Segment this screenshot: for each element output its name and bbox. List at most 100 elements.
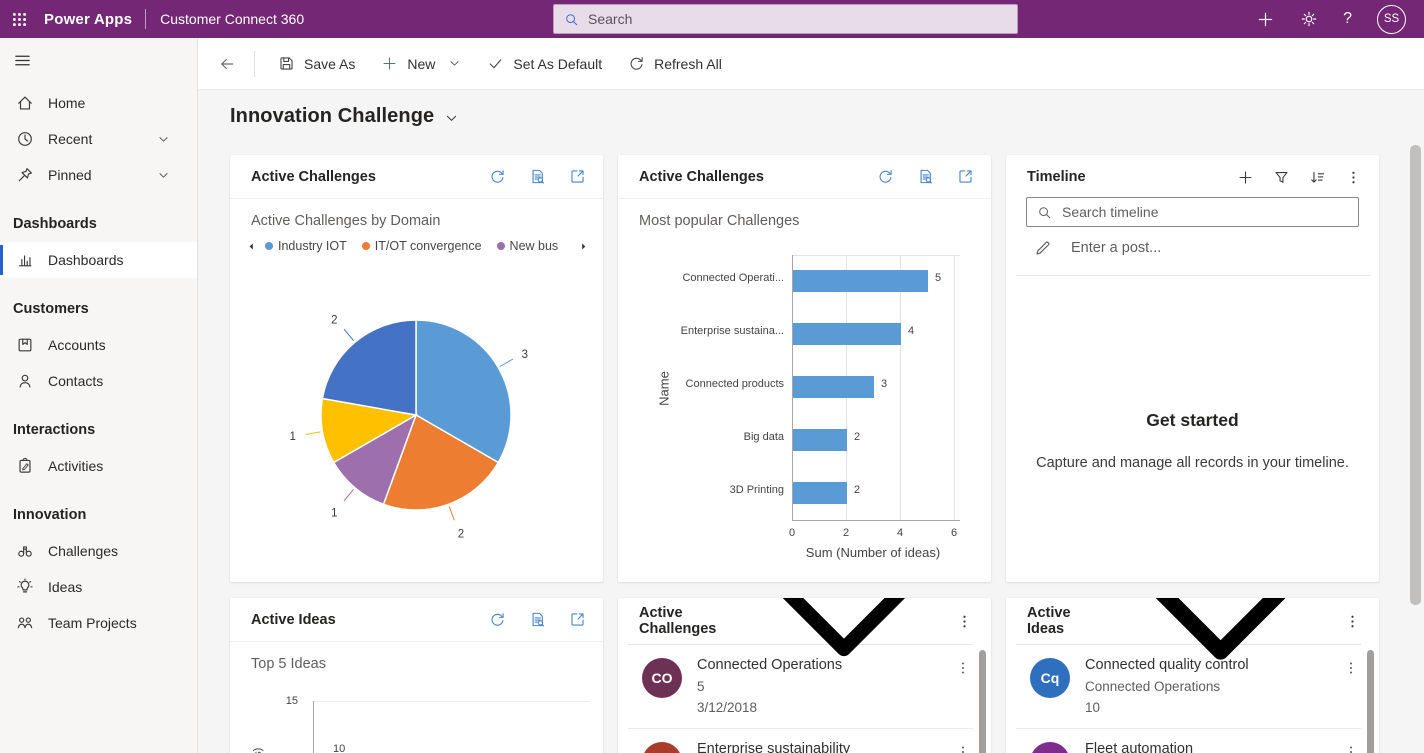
record-avatar: E	[642, 742, 682, 753]
save-as-button[interactable]: Save As	[265, 46, 368, 82]
card-active-ideas-chart: Active Ideas Top 5 Ideas 15 Sum (Votes) …	[230, 598, 603, 753]
legend-label: IT/OT convergence	[375, 239, 482, 253]
home-icon	[16, 94, 34, 112]
accounts-icon	[16, 336, 34, 354]
sidebar-item-pinned[interactable]: Pinned	[0, 157, 197, 193]
list-scrollbar[interactable]	[1367, 650, 1374, 753]
more-icon[interactable]	[956, 613, 973, 630]
sidebar-group-innovation: Innovation	[0, 497, 197, 533]
activities-icon	[16, 457, 34, 475]
legend-next-icon[interactable]	[578, 241, 589, 252]
legend-label: New bus	[510, 239, 559, 253]
pie-callout-line	[306, 432, 321, 435]
y-axis-title: Sum (Votes)	[252, 718, 264, 753]
sidebar-item-ideas[interactable]: Ideas	[0, 569, 197, 605]
sidebar-item-contacts[interactable]: Contacts	[0, 363, 197, 399]
list-item[interactable]: CqConnected quality controlConnected Ope…	[1016, 645, 1361, 729]
list-scrollbar[interactable]	[979, 650, 986, 753]
app-name[interactable]: Power Apps	[44, 11, 132, 28]
page-scrollbar[interactable]	[1410, 145, 1421, 605]
sidebar-item-home[interactable]: Home	[0, 85, 197, 121]
pencil-icon	[1034, 239, 1052, 257]
refresh-all-button[interactable]: Refresh All	[615, 46, 735, 82]
legend-prev-icon[interactable]	[246, 241, 257, 252]
chart-legend: Industry IOT IT/OT convergence New bus	[246, 239, 589, 253]
report-icon[interactable]	[529, 611, 546, 628]
sidebar-item-team-projects[interactable]: Team Projects	[0, 605, 197, 641]
sidebar-item-activities[interactable]: Activities	[0, 448, 197, 484]
sidebar-item-label: Contacts	[48, 373, 103, 389]
y-tick-label: 15	[270, 695, 298, 707]
card-timeline: Timeline Search timeline Enter a post...…	[1006, 155, 1379, 582]
waffle-icon[interactable]	[0, 0, 38, 38]
chevron-down-icon[interactable]	[157, 169, 170, 182]
value-label: 2	[854, 431, 860, 443]
legend-label: Industry IOT	[278, 239, 347, 253]
more-icon[interactable]	[1345, 169, 1362, 186]
refresh-icon[interactable]	[489, 168, 506, 185]
new-button[interactable]: New	[368, 46, 474, 82]
search-icon	[1037, 205, 1052, 220]
record-title: Connected quality control	[1085, 655, 1328, 676]
timeline-search-box[interactable]: Search timeline	[1026, 197, 1359, 227]
record-text: Connected quality controlConnected Opera…	[1085, 654, 1328, 719]
record-title: Enterprise sustainability	[697, 739, 940, 753]
record-avatar: F	[1030, 742, 1070, 753]
popout-icon[interactable]	[569, 611, 586, 628]
value-label: 2	[854, 484, 860, 496]
pie-data-label: 3	[522, 349, 528, 361]
sidebar-item-dashboards[interactable]: Dashboards	[0, 242, 197, 278]
sidebar-item-label: Pinned	[48, 167, 92, 183]
avatar[interactable]: SS	[1377, 5, 1406, 34]
sidebar-item-label: Activities	[48, 458, 103, 474]
global-search-box[interactable]: Search	[553, 4, 1018, 34]
add-icon[interactable]	[1237, 169, 1254, 186]
help-button[interactable]: ?	[1343, 10, 1352, 28]
card-actions	[489, 168, 586, 185]
app-context-title[interactable]: Customer Connect 360	[160, 11, 304, 27]
quick-create-button[interactable]	[1256, 10, 1275, 29]
pie-callout-line	[344, 329, 354, 340]
bar	[793, 323, 901, 345]
x-tick-label: 4	[890, 527, 910, 539]
new-dropdown-chevron-icon[interactable]	[448, 57, 461, 70]
value-label: 5	[935, 272, 941, 284]
card-title: Active Challenges	[639, 605, 732, 637]
card-active-challenges-pie: Active Challenges Active Challenges by D…	[230, 155, 603, 582]
set-as-default-button[interactable]: Set As Default	[474, 46, 615, 82]
search-icon	[564, 12, 579, 27]
sidebar-item-recent[interactable]: Recent	[0, 121, 197, 157]
filter-icon[interactable]	[1273, 169, 1290, 186]
x-tick-label: 0	[782, 527, 802, 539]
report-icon[interactable]	[529, 168, 546, 185]
timeline-post-input[interactable]: Enter a post...	[1034, 239, 1161, 257]
card-actions	[489, 611, 586, 628]
sidebar-item-accounts[interactable]: Accounts	[0, 327, 197, 363]
back-button[interactable]	[210, 47, 244, 81]
sidebar-group-dashboards: Dashboards	[0, 206, 197, 242]
sort-icon[interactable]	[1309, 169, 1326, 186]
pie-callout-line	[500, 359, 513, 367]
record-avatar: CO	[642, 658, 682, 698]
hamburger-menu-button[interactable]	[0, 38, 197, 82]
more-icon[interactable]	[1344, 613, 1361, 630]
settings-button[interactable]	[1300, 10, 1318, 28]
chevron-down-icon[interactable]	[157, 133, 170, 146]
refresh-icon[interactable]	[489, 611, 506, 628]
more-icon[interactable]	[1343, 744, 1359, 753]
pie-chart: 32112	[250, 305, 583, 560]
list-item[interactable]: COConnected Operations53/12/2018	[628, 645, 973, 729]
bar	[793, 429, 847, 451]
command-bar-divider	[254, 51, 255, 77]
record-title: Fleet automation	[1085, 739, 1328, 753]
more-icon[interactable]	[955, 660, 971, 676]
card-title: Active Challenges	[251, 169, 376, 185]
popout-icon[interactable]	[569, 168, 586, 185]
sidebar-item-challenges[interactable]: Challenges	[0, 533, 197, 569]
category-label: Connected Operati...	[646, 272, 784, 284]
more-icon[interactable]	[955, 744, 971, 753]
refresh-icon	[628, 55, 645, 72]
more-icon[interactable]	[1343, 660, 1359, 676]
sidebar: HomeRecentPinnedDashboardsDashboardsCust…	[0, 38, 198, 753]
dashboard-selector[interactable]: Innovation Challenge	[230, 101, 1424, 131]
